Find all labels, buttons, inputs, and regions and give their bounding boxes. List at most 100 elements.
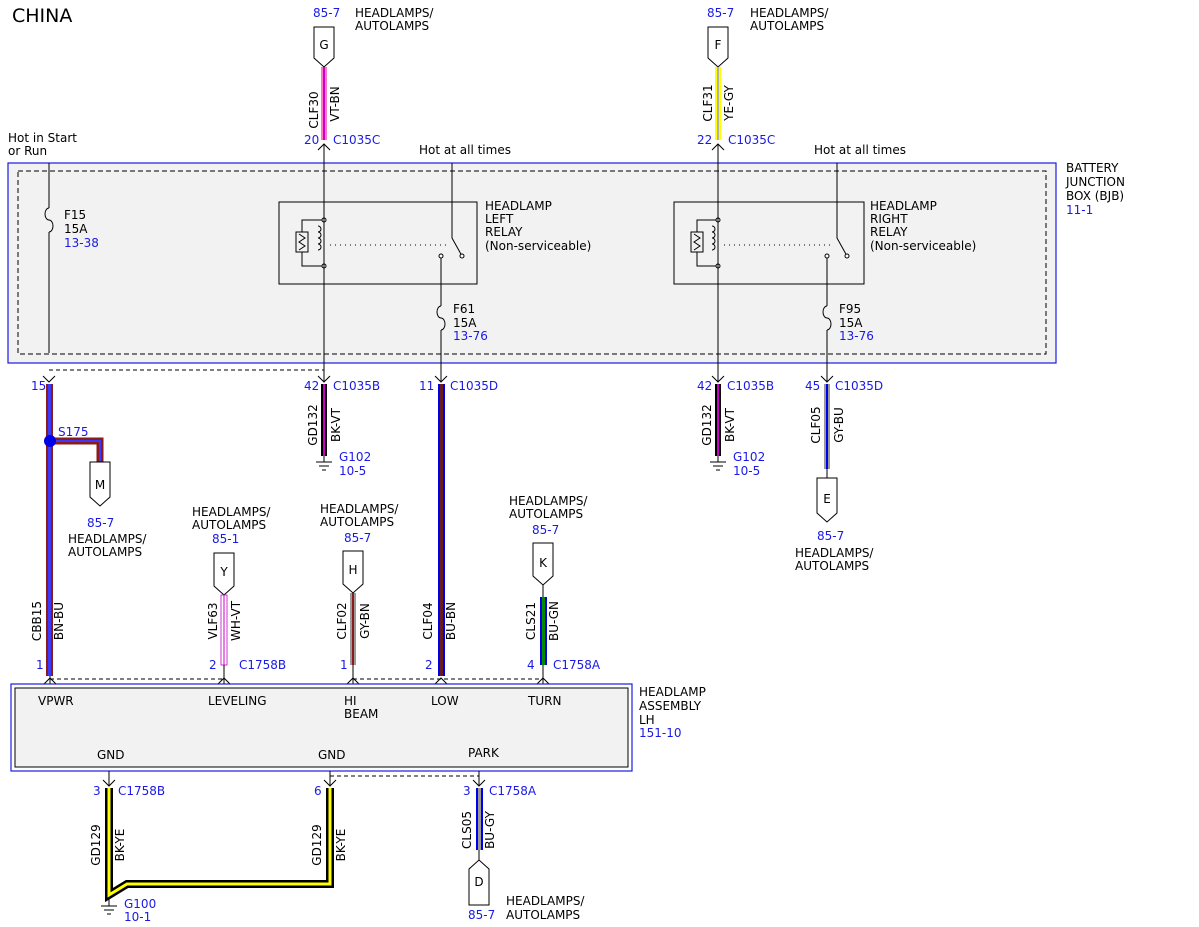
connector-f-ref: 85-7 [707, 6, 734, 20]
connector-k-ref: 85-7 [532, 523, 559, 537]
f15-name: F15 [64, 208, 86, 222]
ground-g100-ref: 10-1 [124, 910, 151, 924]
connector-h-label-1: HEADLAMPS/ [320, 502, 399, 516]
ground-g102-left-ref: 10-5 [339, 464, 366, 478]
wire-clf02-circuit: CLF02 [335, 602, 349, 639]
connector-c1035b-left: C1035B [333, 379, 380, 393]
wire-clf31-circuit: CLF31 [701, 84, 715, 121]
splice-s175: S175 [58, 425, 89, 439]
connector-y-letter: Y [219, 565, 228, 579]
ground-g102-right-ref: 10-5 [733, 464, 760, 478]
connector-y-label-2: AUTOLAMPS [192, 518, 266, 532]
wire-cbb15-circuit: CBB15 [30, 601, 44, 641]
wire-clf04-color: BU-BN [444, 602, 458, 640]
right-relay-label-4: (Non-serviceable) [870, 239, 976, 253]
connector-d-label-2: AUTOLAMPS [506, 908, 580, 922]
connector-g-label-2: AUTOLAMPS [355, 19, 429, 33]
wire-clf02-color: GY-BN [358, 603, 372, 639]
assembly-ref: 151-10 [639, 726, 682, 740]
connector-m-label-1: HEADLAMPS/ [68, 532, 147, 546]
wire-clf31 [715, 67, 721, 140]
connector-f-letter: F [715, 38, 722, 52]
assembly-label-2: ASSEMBLY [639, 699, 702, 713]
connector-d-letter: D [474, 875, 483, 889]
assembly-hi: HI [344, 694, 357, 708]
wire-cls21-color: BU-GN [547, 601, 561, 641]
assembly-turn: TURN [527, 694, 561, 708]
assembly-low: LOW [431, 694, 459, 708]
right-relay-label-3: RELAY [870, 225, 908, 239]
connector-e-ref: 85-7 [817, 529, 844, 543]
wire-gd132-left-color: BK-VT [329, 407, 343, 442]
f61-name: F61 [453, 302, 475, 316]
wire-cbb15-branch [50, 437, 104, 462]
pin-2-leveling: 2 [209, 658, 217, 672]
connector-c1035c-left: C1035C [333, 133, 380, 147]
wire-gd132-right-color: BK-VT [723, 407, 737, 442]
assembly-vpwr: VPWR [38, 694, 74, 708]
pin-2-low: 2 [425, 658, 433, 672]
wiring-diagram: CHINA BATTERY JUNCTION BOX (BJB) 11-1 Ho… [7, 5, 1125, 924]
pin-3-gnd-arrow [102, 771, 116, 787]
connector-g-label-1: HEADLAMPS/ [355, 6, 434, 20]
hot-all-times-left: Hot at all times [419, 143, 511, 157]
wire-gd132-right [715, 384, 721, 456]
wire-clf04-circuit: CLF04 [421, 602, 435, 639]
hot-start-run-2: or Run [8, 144, 47, 158]
pin-11: 11 [419, 379, 434, 393]
left-relay-label-2: LEFT [485, 212, 514, 226]
pin-42b: 42 [697, 379, 712, 393]
assembly-label-1: HEADLAMP [639, 685, 706, 699]
wire-clf30 [321, 67, 327, 140]
connector-c1758a-top: C1758A [553, 658, 601, 672]
pin-1-hibeam: 1 [340, 658, 348, 672]
right-relay-label-2: RIGHT [870, 212, 908, 226]
pin-4-turn: 4 [527, 658, 535, 672]
pin-1-vpwr: 1 [36, 658, 44, 672]
connector-c1035c-right: C1035C [728, 133, 775, 147]
bjb-ref: 11-1 [1066, 203, 1093, 217]
bjb-label-1: BATTERY [1066, 161, 1119, 175]
connector-f-label-1: HEADLAMPS/ [750, 6, 829, 20]
wire-gd132-right-circuit: GD132 [700, 404, 714, 445]
bjb-box [7, 162, 1057, 364]
splice-s175-icon [44, 435, 56, 447]
left-relay-label-1: HEADLAMP [485, 199, 552, 213]
connector-c1758b-top: C1758B [239, 658, 286, 672]
wire-clf05-color: GY-BU [832, 407, 846, 443]
wire-gd129-right-circuit: GD129 [310, 824, 324, 865]
f15-rating: 15A [64, 222, 88, 236]
ground-g102-right: G102 [733, 450, 765, 464]
assembly-gnd-2: GND [318, 748, 346, 762]
left-relay-label-4: (Non-serviceable) [485, 239, 591, 253]
pin-42a: 42 [304, 379, 319, 393]
pin-1-hibeam-arrow [346, 665, 360, 685]
page-title: CHINA [12, 5, 72, 27]
connector-g-ref: 85-7 [313, 6, 340, 20]
wire-clf02 [350, 593, 356, 665]
ground-g100-icon [101, 899, 117, 915]
connector-c1758a-bottom: C1758A [489, 784, 537, 798]
pin-3-park-arrow [472, 771, 486, 787]
connector-k-label-2: AUTOLAMPS [509, 507, 583, 521]
connector-e-label-2: AUTOLAMPS [795, 559, 869, 573]
pin-22: 22 [697, 133, 712, 147]
ground-g100: G100 [124, 897, 156, 911]
wire-cls21 [540, 597, 547, 665]
bjb-label-3: BOX (BJB) [1066, 189, 1124, 203]
wire-vlf63-color: WH-VT [229, 600, 243, 641]
f95-name: F95 [839, 302, 861, 316]
pin-3-gnd: 3 [93, 784, 101, 798]
wire-gd132-left [321, 384, 327, 456]
wire-cls05-circuit: CLS05 [460, 811, 474, 849]
connector-y-label-1: HEADLAMPS/ [192, 505, 271, 519]
pin-15: 15 [31, 379, 46, 393]
hot-start-run-1: Hot in Start [8, 131, 77, 145]
connector-e-letter: E [823, 492, 831, 506]
wire-clf05-circuit: CLF05 [809, 406, 823, 443]
connector-m-ref: 85-7 [87, 516, 114, 530]
connector-c1035d-left: C1035D [450, 379, 498, 393]
connector-h-label-2: AUTOLAMPS [320, 515, 394, 529]
f95-ref: 13-76 [839, 329, 874, 343]
wire-gd129 [105, 788, 334, 903]
